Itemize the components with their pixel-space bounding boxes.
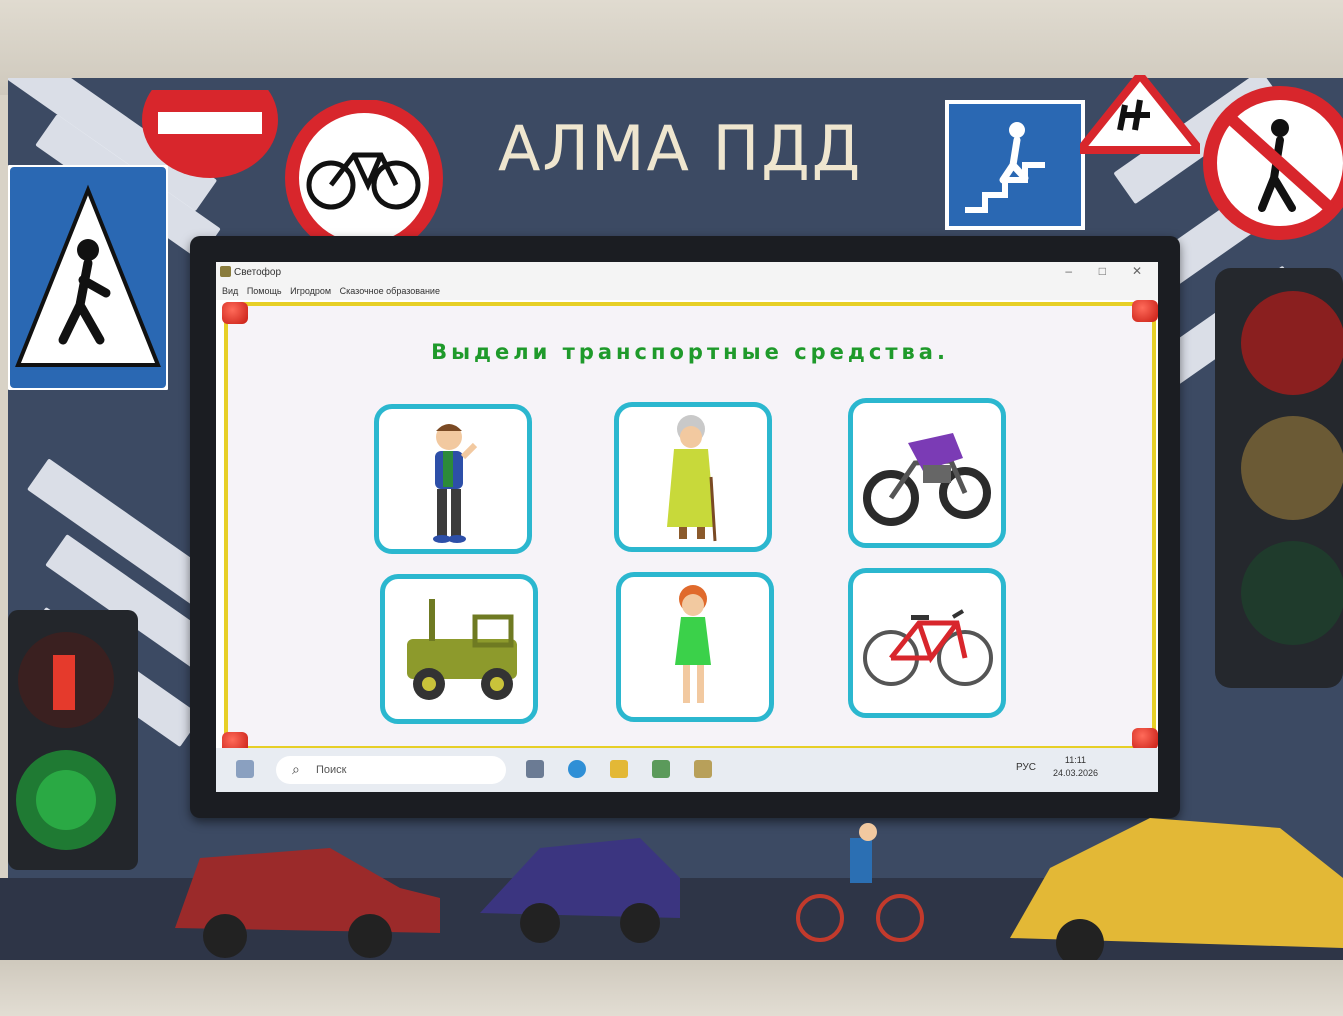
windows-taskbar: ⌕ Поиск РУС 11:11 24.03.2026 (216, 748, 1158, 792)
task-view-icon[interactable] (526, 760, 544, 778)
pedestrian-crossing-sign-icon (8, 165, 168, 390)
menu-games[interactable]: Игродром (290, 286, 331, 296)
answer-card-woman[interactable] (616, 572, 774, 722)
window-titlebar: Светофор – □ ✕ (216, 262, 1158, 284)
search-input-placeholder: Поиск (316, 764, 347, 776)
corner-red-button[interactable] (1132, 300, 1158, 322)
game-area: Выдели транспортные средства. (222, 300, 1158, 754)
answer-card-bicycle[interactable] (848, 568, 1006, 718)
grandmother-icon (667, 415, 717, 542)
store-icon[interactable] (652, 760, 670, 778)
app-icon (220, 266, 231, 277)
motorcycle-icon (863, 433, 991, 526)
wall-bottom (0, 960, 1343, 1016)
menu-view[interactable]: Вид (222, 286, 238, 296)
no-pedestrians-sign-icon (1203, 86, 1343, 240)
boy-icon (433, 424, 478, 543)
no-entry-sign-icon (142, 90, 278, 178)
traffic-light-icon (1215, 268, 1343, 688)
application-window: Светофор – □ ✕ Вид Помощь Игродром Сказо… (216, 262, 1158, 792)
system-clock[interactable]: 11:11 24.03.2026 (1053, 754, 1098, 780)
window-title: Светофор (234, 267, 282, 278)
answer-card-motorcycle[interactable] (848, 398, 1006, 548)
file-explorer-icon[interactable] (610, 760, 628, 778)
language-indicator[interactable]: РУС (1016, 762, 1036, 773)
start-menu-icon[interactable] (236, 760, 254, 778)
answer-card-grandmother[interactable] (614, 402, 772, 552)
bicycle-icon (863, 609, 993, 686)
toy-car-icon (407, 599, 517, 700)
underpass-sign-icon (945, 100, 1085, 230)
board-title: АЛМА ПДД (498, 112, 863, 185)
minimize-button[interactable]: – (1065, 264, 1072, 278)
bicycle-lane-sign-icon (285, 100, 443, 250)
clock-time: 11:11 (1064, 755, 1087, 765)
menu-help[interactable]: Помощь (247, 286, 282, 296)
search-icon: ⌕ (292, 761, 300, 777)
corner-red-button[interactable] (1132, 728, 1158, 750)
edge-browser-icon[interactable] (568, 760, 586, 778)
clock-date: 24.03.2026 (1052, 768, 1098, 778)
maximize-button[interactable]: □ (1099, 264, 1106, 278)
menu-fairy-education[interactable]: Сказочное образование (340, 286, 440, 296)
menu-bar: Вид Помощь Игродром Сказочное образовани… (216, 284, 1158, 300)
svetofor-app-icon[interactable] (694, 760, 712, 778)
woman-icon (675, 585, 711, 703)
taskbar-search[interactable]: ⌕ Поиск (276, 756, 506, 784)
children-sign-icon (1080, 75, 1200, 154)
answer-card-boy[interactable] (374, 404, 532, 554)
yellow-car-icon (1010, 818, 1343, 963)
road-scene-illustration (0, 818, 1343, 963)
answer-card-toy-car[interactable] (380, 574, 538, 724)
corner-red-button[interactable] (222, 302, 248, 324)
task-instruction: Выдели транспортные средства. (431, 340, 949, 364)
close-button[interactable]: ✕ (1132, 264, 1142, 278)
